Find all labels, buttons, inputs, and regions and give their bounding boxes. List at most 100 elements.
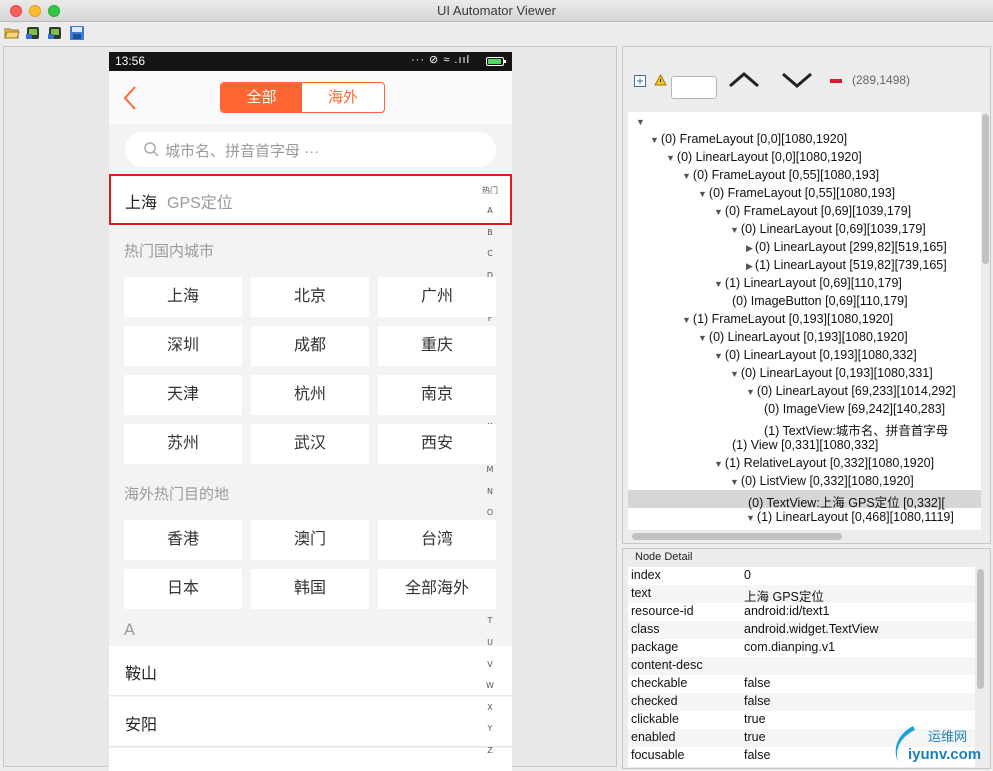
chevron-up-icon[interactable] bbox=[728, 71, 760, 89]
city-button[interactable]: 台湾 bbox=[378, 520, 496, 560]
tab-all[interactable]: 全部 bbox=[221, 83, 302, 112]
device-screenshot-compressed-icon[interactable] bbox=[47, 26, 63, 40]
tab-overseas[interactable]: 海外 bbox=[302, 83, 384, 112]
tree-node[interactable]: ▼ (0) FrameLayout [0,55][1080,193] bbox=[682, 168, 879, 182]
city-button[interactable]: 全部海外 bbox=[378, 569, 496, 609]
collapse-arrow-icon[interactable]: ▼ bbox=[730, 477, 739, 487]
tree-node[interactable]: ▼ (1) FrameLayout [0,193][1080,1920] bbox=[682, 312, 893, 326]
collapse-arrow-icon[interactable]: ▼ bbox=[714, 459, 723, 469]
collapse-arrow-icon[interactable]: ▼ bbox=[698, 333, 707, 343]
index-letter[interactable]: B bbox=[480, 228, 500, 237]
detail-row[interactable]: text 上海 GPS定位 bbox=[628, 585, 975, 604]
warning-icon[interactable] bbox=[654, 74, 667, 86]
expand-all-icon[interactable] bbox=[634, 75, 646, 87]
chevron-left-icon[interactable] bbox=[123, 85, 137, 111]
tree-node[interactable]: ▶ (0) LinearLayout [299,82][519,165] bbox=[746, 240, 947, 254]
index-letter[interactable]: C bbox=[480, 249, 500, 258]
expand-arrow-icon[interactable]: ▶ bbox=[746, 243, 753, 254]
city-button[interactable]: 澳门 bbox=[251, 520, 369, 560]
tree-node[interactable]: (0) ImageButton [0,69][110,179] bbox=[730, 294, 908, 308]
tree-root-toggle[interactable]: ▼ bbox=[636, 114, 647, 128]
index-letter[interactable]: W bbox=[480, 681, 500, 690]
collapse-arrow-icon[interactable]: ▼ bbox=[730, 369, 739, 379]
tree-node[interactable]: ▼ (1) LinearLayout [0,69][110,179] bbox=[714, 276, 902, 290]
index-letter[interactable]: T bbox=[480, 616, 500, 625]
open-folder-icon[interactable] bbox=[4, 26, 20, 40]
detail-row[interactable]: index 0 bbox=[628, 567, 975, 585]
collapse-arrow-icon[interactable]: ▼ bbox=[714, 279, 723, 289]
collapse-arrow-icon[interactable]: ▼ bbox=[698, 189, 707, 199]
list-item[interactable]: 鞍山 bbox=[109, 646, 512, 696]
device-screenshot-icon[interactable] bbox=[25, 26, 41, 40]
city-button[interactable]: 香港 bbox=[124, 520, 242, 560]
tree-node[interactable]: (0) TextView:上海 GPS定位 [0,332][ bbox=[746, 492, 945, 511]
city-button[interactable]: 西安 bbox=[378, 424, 496, 464]
tree-node[interactable]: ▼ (0) FrameLayout [0,0][1080,1920] bbox=[650, 132, 847, 146]
collapse-arrow-icon[interactable]: ▼ bbox=[666, 153, 675, 163]
save-icon[interactable] bbox=[69, 26, 85, 40]
index-letter[interactable]: Z bbox=[480, 746, 500, 755]
collapse-arrow-icon[interactable]: ▼ bbox=[714, 351, 723, 361]
horizontal-scrollbar[interactable] bbox=[628, 531, 981, 541]
device-screen[interactable]: 13:56 ··· ⊘ ≈ .ııl 全部 海外 城市名、拼音首字母 ··· 上… bbox=[109, 52, 512, 771]
tree-node[interactable]: (1) View [0,331][1080,332] bbox=[730, 438, 878, 452]
city-button[interactable]: 苏州 bbox=[124, 424, 242, 464]
city-button[interactable]: 深圳 bbox=[124, 326, 242, 366]
tree-node[interactable]: (1) TextView:城市名、拼音首字母 bbox=[762, 420, 948, 439]
search-input[interactable]: 城市名、拼音首字母 ··· bbox=[125, 132, 496, 167]
collapse-arrow-icon[interactable]: ▼ bbox=[682, 171, 691, 181]
tree-node[interactable]: ▼ (1) RelativeLayout [0,332][1080,1920] bbox=[714, 456, 934, 470]
detail-row[interactable]: checked false bbox=[628, 693, 975, 711]
city-button[interactable]: 韩国 bbox=[251, 569, 369, 609]
city-button[interactable]: 天津 bbox=[124, 375, 242, 415]
tree-node[interactable]: ▼ (0) ListView [0,332][1080,1920] bbox=[730, 474, 914, 488]
city-button[interactable]: 武汉 bbox=[251, 424, 369, 464]
tree-node[interactable]: ▶ (1) LinearLayout [519,82][739,165] bbox=[746, 258, 947, 272]
tree-node[interactable]: ▼ (0) FrameLayout [0,55][1080,193] bbox=[698, 186, 895, 200]
hierarchy-tree[interactable]: ▼ ▼ (0) FrameLayout [0,0][1080,1920] ▼ (0) … bbox=[628, 112, 981, 530]
city-button[interactable]: 日本 bbox=[124, 569, 242, 609]
index-letter[interactable]: V bbox=[480, 660, 500, 669]
list-item[interactable] bbox=[109, 748, 512, 771]
collapse-arrow-icon[interactable]: ▼ bbox=[746, 387, 755, 397]
vertical-scrollbar[interactable] bbox=[981, 112, 989, 530]
collapse-arrow-icon[interactable]: ▼ bbox=[746, 513, 755, 523]
city-button[interactable]: 南京 bbox=[378, 375, 496, 415]
detail-row[interactable]: package com.dianping.v1 bbox=[628, 639, 975, 657]
index-letter[interactable]: X bbox=[480, 703, 500, 712]
detail-key: focusable bbox=[631, 748, 685, 762]
city-button[interactable]: 上海 bbox=[124, 277, 242, 317]
tree-node[interactable]: ▼ (0) LinearLayout [0,193][1080,1920] bbox=[698, 330, 908, 344]
index-letter[interactable]: N bbox=[480, 487, 500, 496]
detail-row[interactable]: class android.widget.TextView bbox=[628, 621, 975, 639]
index-letter[interactable]: U bbox=[480, 638, 500, 647]
city-button[interactable]: 成都 bbox=[251, 326, 369, 366]
tree-node[interactable]: ▼ (0) LinearLayout [69,233][1014,292] bbox=[746, 384, 956, 398]
index-letter[interactable]: Y bbox=[480, 724, 500, 733]
collapse-arrow-icon[interactable]: ▼ bbox=[714, 207, 723, 217]
tree-node[interactable]: ▼ (0) LinearLayout [0,193][1080,332] bbox=[714, 348, 917, 362]
tree-node[interactable]: ▼ (0) LinearLayout [0,0][1080,1920] bbox=[666, 150, 862, 164]
clear-icon[interactable] bbox=[830, 79, 842, 83]
tree-node[interactable]: ▼ (0) FrameLayout [0,69][1039,179] bbox=[714, 204, 911, 218]
detail-row[interactable]: checkable false bbox=[628, 675, 975, 693]
detail-row[interactable]: resource-id android:id/text1 bbox=[628, 603, 975, 621]
collapse-arrow-icon[interactable]: ▼ bbox=[730, 225, 739, 235]
tree-node[interactable]: (0) ImageView [69,242][140,283] bbox=[762, 402, 945, 416]
city-button[interactable]: 杭州 bbox=[251, 375, 369, 415]
search-field[interactable] bbox=[671, 76, 717, 99]
chevron-down-icon[interactable] bbox=[781, 71, 813, 89]
collapse-arrow-icon[interactable]: ▼ bbox=[650, 135, 659, 145]
collapse-arrow-icon[interactable]: ▼ bbox=[682, 315, 691, 325]
index-letter[interactable]: O bbox=[480, 508, 500, 517]
tree-node[interactable]: ▼ (1) LinearLayout [0,468][1080,1119] bbox=[746, 510, 954, 524]
city-button[interactable]: 重庆 bbox=[378, 326, 496, 366]
list-item[interactable]: 安阳 bbox=[109, 697, 512, 747]
expand-arrow-icon[interactable]: ▶ bbox=[746, 261, 753, 272]
city-button[interactable]: 广州 bbox=[378, 277, 496, 317]
detail-row[interactable]: content-desc bbox=[628, 657, 975, 675]
city-button[interactable]: 北京 bbox=[251, 277, 369, 317]
index-letter[interactable]: M bbox=[480, 465, 500, 474]
tree-node[interactable]: ▼ (0) LinearLayout [0,69][1039,179] bbox=[730, 222, 926, 236]
tree-node[interactable]: ▼ (0) LinearLayout [0,193][1080,331] bbox=[730, 366, 933, 380]
